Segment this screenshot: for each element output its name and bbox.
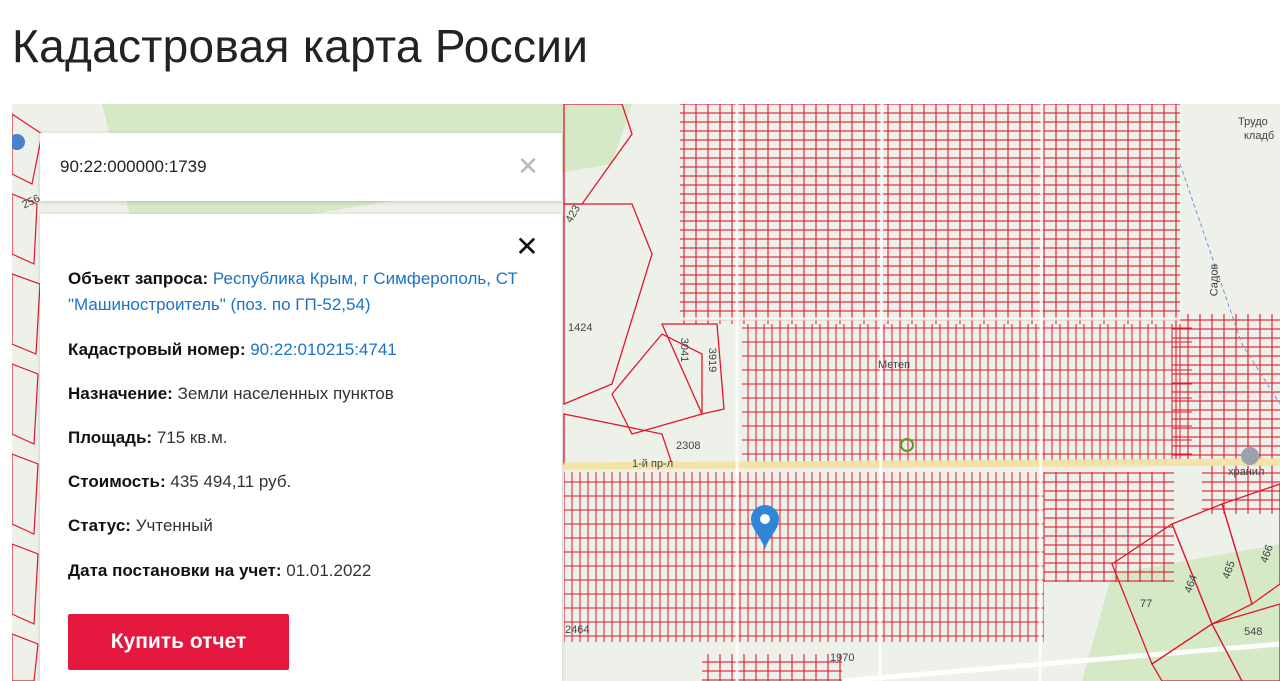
info-label: Назначение: xyxy=(68,384,173,403)
info-label: Кадастровый номер: xyxy=(68,340,246,359)
map-label: 2308 xyxy=(676,440,701,452)
info-label: Объект запроса: xyxy=(68,269,209,288)
street xyxy=(878,104,884,681)
close-card-icon[interactable]: ✕ xyxy=(514,232,540,262)
parcel-block xyxy=(742,324,1192,464)
info-value: 01.01.2022 xyxy=(286,561,372,580)
map-label: Трудо xyxy=(1238,116,1268,128)
info-row-area: Площадь: 715 кв.м. xyxy=(68,425,538,451)
map-label: 2464 xyxy=(565,624,590,636)
page-title: Кадастровая карта России xyxy=(12,20,589,72)
map-label: Садов xyxy=(1208,263,1221,297)
info-label: Площадь: xyxy=(68,428,153,447)
buy-report-button[interactable]: Купить отчет xyxy=(68,614,289,670)
info-label: Статус: xyxy=(68,516,131,535)
cadastral-number-link[interactable]: 90:22:010215:4741 xyxy=(250,340,397,359)
parcel-block xyxy=(564,472,1044,642)
search-input[interactable] xyxy=(60,153,500,181)
info-label: Стоимость: xyxy=(68,472,166,491)
map-label: 77 xyxy=(1140,598,1153,610)
map-label: хранил xyxy=(1228,466,1265,478)
info-value: 435 494,11 руб. xyxy=(170,472,292,491)
info-value: 715 кв.м. xyxy=(156,428,228,447)
parcel-block xyxy=(1172,314,1280,464)
info-value: Земли населенных пунктов xyxy=(177,384,394,403)
info-row-object: Объект запроса: Республика Крым, г Симфе… xyxy=(68,266,538,318)
street xyxy=(1038,104,1044,681)
poi-icon xyxy=(1241,447,1259,465)
info-row-registration-date: Дата постановки на учет: 01.01.2022 xyxy=(68,558,538,584)
parcel-block xyxy=(702,654,842,681)
info-row-cadastral-number: Кадастровый номер: 90:22:010215:4741 xyxy=(68,337,538,363)
map-label: 3919 xyxy=(706,347,719,373)
clear-search-icon[interactable]: ✕ xyxy=(516,151,540,181)
info-row-status: Статус: Учтенный xyxy=(68,513,538,539)
map-label: Метеп xyxy=(878,359,911,371)
info-row-purpose: Назначение: Земли населенных пунктов xyxy=(68,381,538,407)
map-label: 548 xyxy=(1244,626,1263,638)
search-box: ✕ xyxy=(40,133,562,201)
map-label: 1-й пр-л xyxy=(632,458,674,470)
map-label: кладб xyxy=(1244,130,1275,142)
map-label: 1970 xyxy=(830,652,855,664)
info-value: Учтенный xyxy=(135,516,213,535)
map-label: 1424 xyxy=(568,322,593,334)
parcel-block xyxy=(680,104,1180,324)
info-row-cost: Стоимость: 435 494,11 руб. xyxy=(68,469,538,495)
map-label: 3041 xyxy=(678,337,691,363)
object-info-card: ✕ Объект запроса: Республика Крым, г Сим… xyxy=(40,214,562,681)
info-label: Дата постановки на учет: xyxy=(68,561,282,580)
parcel-block xyxy=(1044,472,1174,582)
